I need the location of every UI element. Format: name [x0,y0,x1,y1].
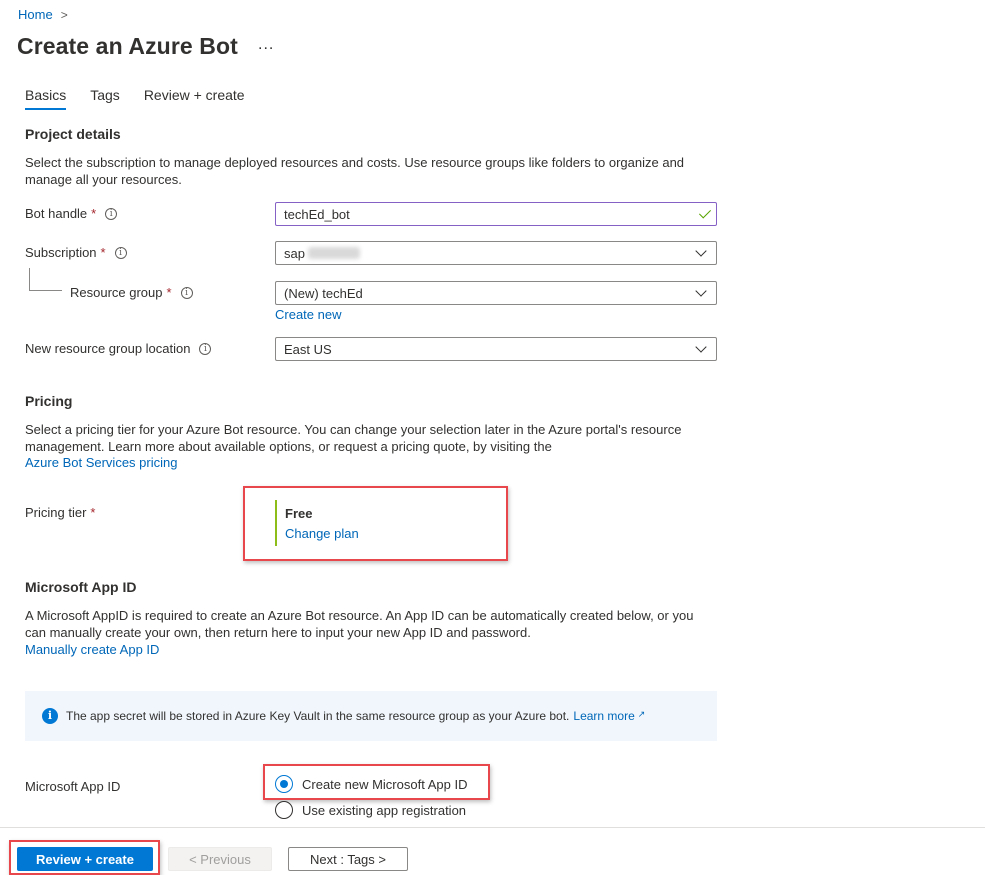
create-new-link[interactable]: Create new [275,307,341,322]
project-details-description: Select the subscription to manage deploy… [25,155,685,187]
radio-use-existing[interactable]: Use existing app registration [275,801,466,819]
manually-create-link[interactable]: Manually create App ID [25,642,159,657]
change-plan-link[interactable]: Change plan [285,526,475,541]
app-id-description: A Microsoft AppID is required to create … [25,608,694,640]
tab-review-create[interactable]: Review + create [144,87,245,110]
breadcrumb-chevron-icon: > [60,7,68,22]
location-label: New resource group location i [25,341,212,356]
radio-unselected-icon[interactable] [275,801,293,819]
breadcrumb: Home > [18,7,68,22]
subscription-select[interactable]: sap [275,241,717,265]
learn-more-text: Learn more [573,709,635,723]
resource-group-select[interactable]: (New) techEd [275,281,717,305]
location-value: East US [284,341,332,357]
resource-group-value: (New) techEd [284,285,363,301]
next-button[interactable]: Next : Tags > [288,847,408,871]
location-label-text: New resource group location [25,341,191,356]
subscription-value: sap [284,245,305,261]
redacted-text [307,247,360,259]
page-title: Create an Azure Bot [17,33,238,59]
radio-selected-icon[interactable] [275,775,293,793]
previous-button[interactable]: < Previous [168,847,272,871]
subscription-label: Subscription * i [25,245,127,260]
info-banner: i The app secret will be stored in Azure… [25,691,717,741]
pricing-link[interactable]: Azure Bot Services pricing [25,455,177,470]
required-marker: * [166,285,172,300]
more-options-button[interactable]: ... [258,36,274,54]
location-select[interactable]: East US [275,337,717,361]
info-icon[interactable]: i [114,246,127,259]
required-marker: * [100,245,106,260]
resource-group-label: Resource group * i [70,285,193,300]
chevron-down-icon [695,341,707,353]
learn-more-link[interactable]: Learn more ↗ [573,709,645,723]
info-icon[interactable]: i [105,207,118,220]
pricing-description: Select a pricing tier for your Azure Bot… [25,422,682,454]
required-marker: * [91,206,97,221]
bot-handle-input[interactable]: techEd_bot [275,202,717,226]
radio-use-existing-label: Use existing app registration [302,802,467,818]
info-icon[interactable]: i [199,342,212,355]
pricing-heading: Pricing [25,393,73,409]
app-id-heading: Microsoft App ID [25,579,137,595]
chevron-down-icon [695,285,707,297]
app-id-field-label: Microsoft App ID [25,779,121,794]
chevron-down-icon [695,245,707,257]
tab-basics[interactable]: Basics [25,87,67,110]
tree-connector-vertical [29,268,30,290]
resource-group-label-text: Resource group [70,285,163,300]
pricing-tier-label-text: Pricing tier [25,505,87,520]
bot-handle-value: techEd_bot [284,206,350,222]
checkmark-icon [698,206,712,219]
radio-create-new-label: Create new Microsoft App ID [302,776,468,792]
review-create-button[interactable]: Review + create [17,847,153,871]
pricing-tier-label: Pricing tier * [25,505,95,520]
radio-create-new[interactable]: Create new Microsoft App ID [275,775,467,793]
project-details-heading: Project details [25,126,121,142]
external-link-icon: ↗ [637,709,646,719]
footer-divider [0,827,985,828]
info-icon[interactable]: i [180,286,193,299]
subscription-value-wrap: sap [284,246,360,261]
tab-bar: Basics Tags Review + create [25,87,269,110]
bot-handle-label-text: Bot handle [25,206,88,221]
tree-connector-horizontal [29,290,62,291]
required-marker: * [90,505,96,520]
info-icon: i [42,708,58,724]
pricing-tier-value: Free [285,506,313,521]
tab-tags[interactable]: Tags [90,87,120,110]
info-banner-text: The app secret will be stored in Azure K… [66,709,570,723]
pricing-tier-card: Free Change plan [275,500,475,546]
bot-handle-label: Bot handle * i [25,206,118,221]
subscription-label-text: Subscription [25,245,97,260]
breadcrumb-home-link[interactable]: Home [18,7,53,22]
